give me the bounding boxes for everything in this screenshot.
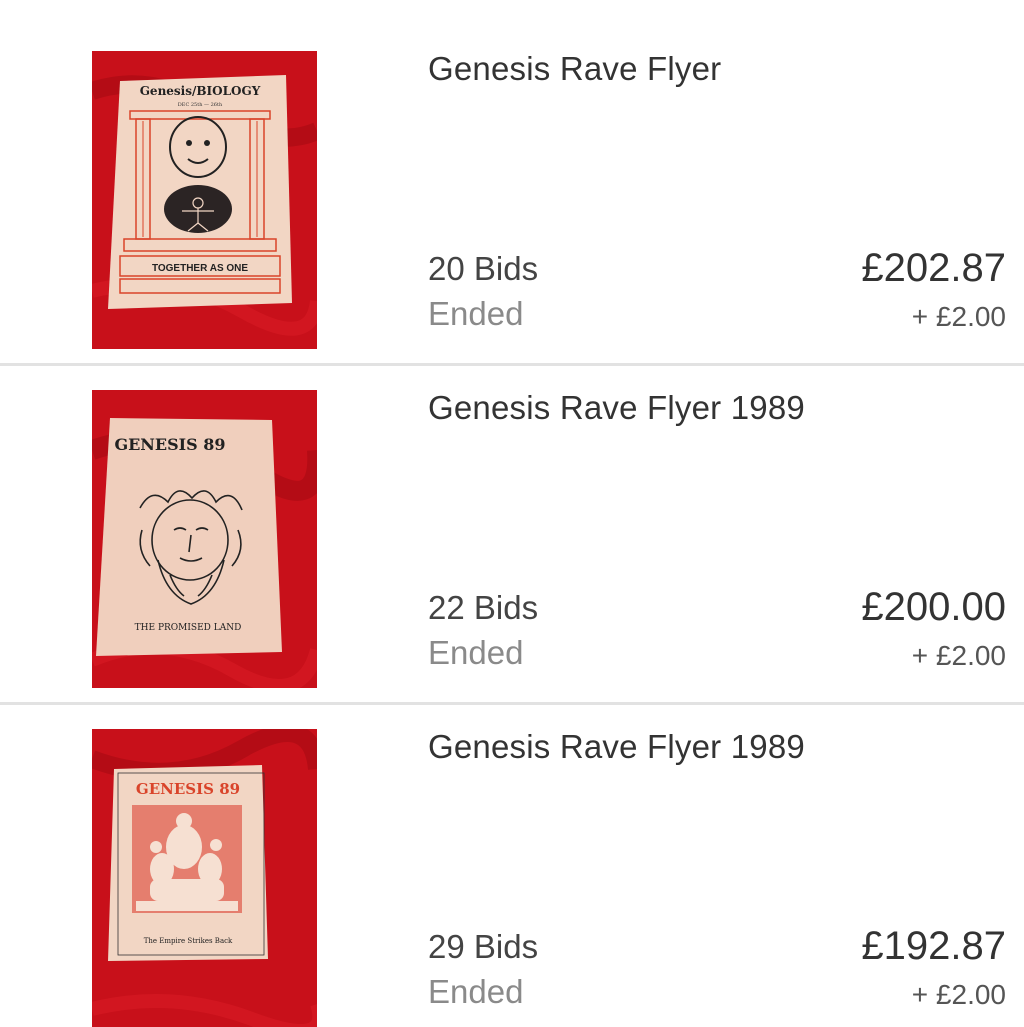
listing-price: £200.00: [861, 585, 1006, 629]
listing-price: £192.87: [861, 924, 1006, 968]
listing-thumbnail[interactable]: Genesis/BIOLOGY DEC 25th — 26th TOGETHER…: [92, 51, 317, 349]
flyer-header: Genesis/BIOLOGY: [140, 84, 261, 98]
flyer-footer: TOGETHER AS ONE: [152, 263, 248, 274]
listing-item[interactable]: Genesis/BIOLOGY DEC 25th — 26th TOGETHER…: [0, 0, 1024, 349]
flyer-header: GENESIS 89: [114, 435, 225, 454]
listing-thumbnail[interactable]: GENESIS 89 THE PROMISED LAND: [92, 390, 317, 688]
bid-count: 29 Bids: [428, 928, 539, 965]
listing-price: £202.87: [861, 246, 1006, 290]
shipping-cost: + £2.00: [911, 979, 1006, 1010]
flyer-header: GENESIS 89: [136, 780, 240, 798]
bid-count: 20 Bids: [428, 250, 539, 287]
listing-title[interactable]: Genesis Rave Flyer 1989: [428, 728, 805, 766]
listing-status: Ended: [428, 295, 524, 332]
bid-count: 22 Bids: [428, 589, 539, 626]
listing-title[interactable]: Genesis Rave Flyer 1989: [428, 389, 805, 427]
shipping-cost: + £2.00: [911, 640, 1006, 671]
shipping-cost: + £2.00: [911, 301, 1006, 332]
listing-title[interactable]: Genesis Rave Flyer: [428, 50, 721, 88]
listing-thumbnail[interactable]: GENESIS 89 The Empire Strikes Back: [92, 729, 317, 1027]
listing-status: Ended: [428, 973, 524, 1010]
flyer-date: DEC 25th — 26th: [178, 102, 223, 108]
flyer-footer: The Empire Strikes Back: [144, 937, 233, 945]
listing-item[interactable]: GENESIS 89 The Empire Strikes Back Genes…: [0, 678, 1024, 1027]
flyer-footer: THE PROMISED LAND: [135, 623, 242, 633]
listing-status: Ended: [428, 634, 524, 671]
listing-item[interactable]: GENESIS 89 THE PROMISED LAND Genesis Rav…: [0, 339, 1024, 688]
